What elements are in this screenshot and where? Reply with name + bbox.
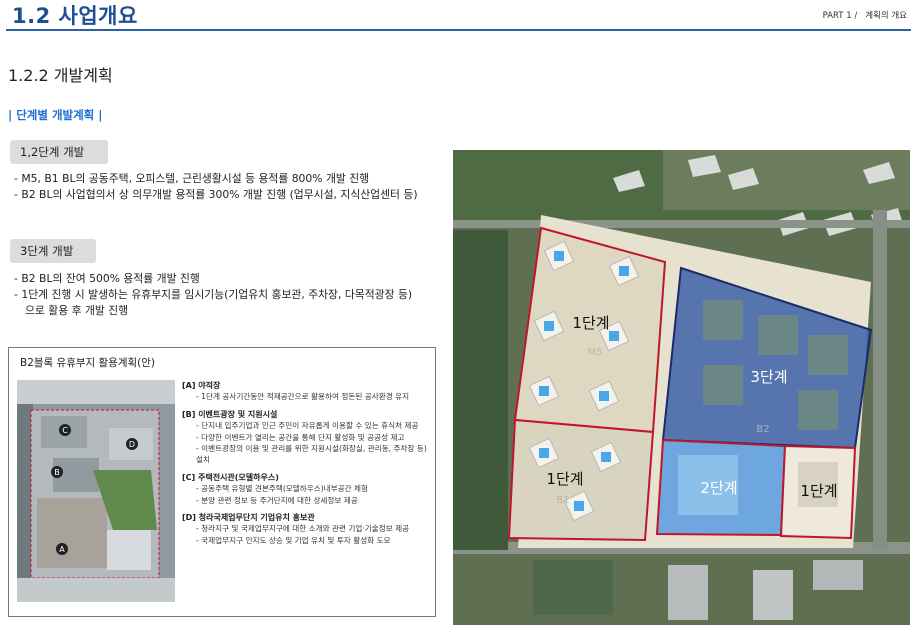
legend-item: - 국제업무지구 인지도 상승 및 기업 유치 및 투자 활성화 도모 (196, 535, 391, 545)
phase1-right-label: 1단계 (800, 482, 837, 500)
phase2-label: 2단계 (700, 479, 737, 497)
idle-land-site-map: A B C D (17, 380, 175, 602)
legend-item: - 공동주택 유형별 견본주택(모델하우스)내부공간 체험 (196, 484, 369, 494)
legend-heading-a: [A] 야적장 (182, 381, 221, 390)
inset-label-d: D (129, 440, 135, 449)
phase3-bullets: - B2 BL의 잔여 500% 용적률 개발 진행 - 1단계 진행 시 발생… (14, 271, 412, 319)
block-m5-label: M5 (588, 347, 603, 358)
legend-item: - 분양 관련 정보 등 주거단지에 대한 상세정보 제공 (196, 495, 358, 505)
phase-development-map: 1단계 M5 1단계 B1 3단계 B2 2단계 1단계 (453, 150, 910, 625)
block-b1-label: B1 (556, 495, 569, 506)
part-breadcrumb: PART 1 / 계획의 개요 (823, 9, 907, 21)
section-title: 1.2 사업개요 (12, 4, 138, 28)
legend-heading-d: [D] 청라국제업무단지 기업유치 홍보관 (182, 513, 315, 523)
bullet-item: - M5, B1 BL의 공동주택, 오피스텔, 근린생활시설 등 용적률 80… (14, 172, 370, 185)
subsection-title: 1.2.2 개발계획 (8, 66, 113, 85)
phase-plan-heading: | 단계별 개발계획 | (8, 108, 103, 122)
bullet-item-continued: 으로 활용 후 개발 진행 (25, 304, 129, 317)
legend-heading-b: [B] 이벤트광장 및 지원시설 (182, 409, 278, 419)
phase1-top-label: 1단계 (572, 314, 609, 332)
phase3-label: 3단계 (750, 368, 787, 386)
inset-label-c: C (62, 426, 68, 435)
bullet-item: - B2 BL의 사업협의서 상 의무개발 용적률 300% 개발 진행 (업무… (14, 188, 418, 201)
legend-item: - 1단계 공사기간동안 적재공간으로 활용하여 정돈된 공사환경 유지 (196, 392, 410, 402)
idle-land-plan-box: B2블록 유휴부지 활용계획(안) A B C D [A] 야적장 - 1단계 … (8, 347, 436, 617)
block-b2-label: B2 (756, 424, 769, 435)
idle-land-plan-title: B2블록 유휴부지 활용계획(안) (20, 357, 156, 369)
inset-label-a: A (59, 545, 65, 554)
part-label: PART 1 / (822, 11, 858, 21)
inset-label-b: B (54, 468, 60, 477)
legend-item: - 이벤트광장의 이용 및 관리를 위한 지원시설(화장실, 관리동, 주차장 … (196, 444, 427, 465)
legend-item: - 단지내 입주기업과 인근 주민이 자유롭게 이용할 수 있는 휴식처 제공 (196, 421, 419, 431)
phase1-bottom-label: 1단계 (546, 470, 583, 488)
legend-item: - 청라지구 및 국제업무지구에 대한 소개와 관련 기업·기술정보 제공 (196, 524, 410, 534)
legend-item: - 다양한 이벤트가 열리는 공간을 통해 단지 활성화 및 공공성 제고 (196, 432, 405, 442)
phase12-bullets: - M5, B1 BL의 공동주택, 오피스텔, 근린생활시설 등 용적률 80… (14, 171, 418, 203)
legend-heading-c: [C] 주택전시관(모델하우스) (182, 472, 279, 482)
part-title: 계획의 개요 (865, 11, 907, 21)
phase12-badge: 1,2단계 개발 (10, 140, 108, 164)
bullet-item: - 1단계 진행 시 발생하는 유휴부지를 임시기능(기업유치 홍보관, 주차장… (14, 288, 413, 301)
header-divider (6, 29, 911, 31)
phase3-badge: 3단계 개발 (10, 239, 96, 263)
idle-land-legend: [A] 야적장 - 1단계 공사기간동안 적재공간으로 활용하여 정돈된 공사환… (182, 380, 430, 546)
bullet-item: - B2 BL의 잔여 500% 용적률 개발 진행 (14, 272, 200, 285)
